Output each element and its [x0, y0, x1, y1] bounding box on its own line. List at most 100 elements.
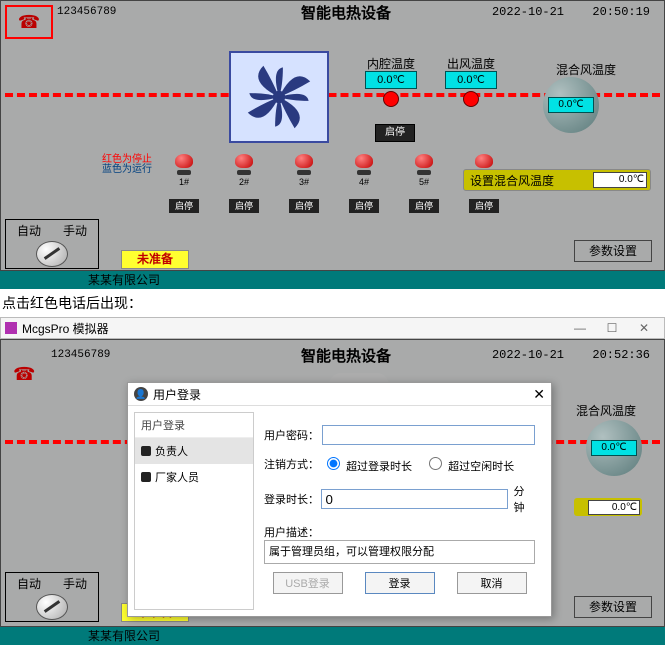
- set-mix-temp-label: 设置混合风温度: [470, 172, 554, 189]
- duration-label: 登录时长：: [264, 491, 321, 507]
- user-item-factory[interactable]: 厂家人员: [135, 464, 253, 490]
- heater-lamp-2: 2# 启停: [229, 154, 259, 213]
- app-title: 智能电热设备: [301, 2, 391, 23]
- lamp-startstop-button[interactable]: 启停: [409, 199, 439, 213]
- close-icon[interactable]: ✕: [628, 321, 660, 335]
- heater-lamps-row: 1#启停2#启停3#启停4#启停5#启停6#启停: [169, 154, 499, 213]
- simulator-title: McgsPro 模拟器: [22, 320, 109, 337]
- app-title: 智能电热设备: [301, 345, 391, 366]
- outlet-temp-value: 0.0℃: [445, 71, 497, 89]
- mix-temp-gauge: 0.0℃: [543, 77, 599, 133]
- usb-login-button[interactable]: USB登录: [273, 572, 343, 594]
- hmi-panel-bottom: ☎ 123456789 智能电热设备 2022-10-21 20:52:36 混…: [0, 339, 665, 627]
- logout-opt-login-duration[interactable]: 超过登录时长: [322, 454, 412, 474]
- login-form: 用户密码： 注销方式： 超过登录时长 超过空闲时长 登录时长： 分钟 用: [254, 412, 545, 610]
- app-icon: [5, 322, 17, 334]
- lamp-id: 2#: [239, 177, 249, 187]
- heater-lamp-1: 1# 启停: [169, 154, 199, 213]
- user-icon: 👤: [134, 387, 148, 401]
- header-date: 2022-10-21: [492, 5, 564, 19]
- dialog-titlebar: 👤 用户登录 ✕: [128, 383, 551, 406]
- user-desc-label: 用户描述：: [264, 524, 535, 540]
- mode-switch-box: 自动 手动: [5, 572, 99, 622]
- lamp-id: 3#: [299, 177, 309, 187]
- lamp-bulb-icon: [235, 154, 253, 168]
- user-item-manager[interactable]: 负责人: [135, 438, 253, 464]
- lamp-startstop-button[interactable]: 启停: [349, 199, 379, 213]
- person-icon: [141, 446, 151, 456]
- inner-temp-knob[interactable]: [383, 91, 399, 107]
- mix-temp-gauge: 0.0℃: [586, 420, 642, 476]
- maximize-icon[interactable]: ☐: [596, 321, 628, 335]
- fan-graphic: [229, 51, 329, 143]
- header-bar: 123456789 智能电热设备 2022-10-21 20:50:19: [1, 1, 664, 23]
- inner-temp-label: 内腔温度: [367, 55, 415, 72]
- mix-temp-label: 混合风温度: [576, 402, 636, 419]
- dialog-close-icon[interactable]: ✕: [533, 386, 545, 403]
- param-settings-button[interactable]: 参数设置: [574, 240, 652, 262]
- cancel-button[interactable]: 取消: [457, 572, 527, 594]
- password-input[interactable]: [322, 425, 535, 445]
- person-icon: [141, 472, 151, 482]
- set-mix-temp-bar: 0.0℃: [574, 498, 642, 516]
- phone-icon: ☎: [18, 12, 40, 33]
- phone-icon[interactable]: ☎: [13, 364, 41, 386]
- simulator-titlebar: McgsPro 模拟器 — ☐ ✕: [0, 317, 665, 339]
- ready-status: 未准备: [121, 250, 189, 269]
- lamp-startstop-button[interactable]: 启停: [169, 199, 199, 213]
- lamp-startstop-button[interactable]: 启停: [289, 199, 319, 213]
- caption-text: 点击红色电话后出现：: [0, 289, 665, 317]
- heater-lamp-4: 4# 启停: [349, 154, 379, 213]
- mode-rotary-switch[interactable]: [36, 241, 68, 267]
- set-mix-temp-input[interactable]: 0.0℃: [593, 172, 647, 188]
- login-button[interactable]: 登录: [365, 572, 435, 594]
- phone-button[interactable]: ☎: [5, 5, 53, 39]
- outlet-temp-label: 出风温度: [447, 55, 495, 72]
- fan-startstop-button[interactable]: 启停: [375, 124, 415, 142]
- lamp-id: 5#: [419, 177, 429, 187]
- header-bar: 123456789 智能电热设备 2022-10-21 20:52:36: [1, 340, 664, 366]
- heater-lamp-3: 3# 启停: [289, 154, 319, 213]
- param-settings-button[interactable]: 参数设置: [574, 596, 652, 618]
- mode-auto-label[interactable]: 自动: [6, 222, 52, 239]
- lamp-bulb-icon: [175, 154, 193, 168]
- set-mix-temp-input[interactable]: 0.0℃: [588, 500, 640, 515]
- header-date: 2022-10-21: [492, 348, 564, 362]
- lamp-bulb-icon: [415, 154, 433, 168]
- mix-temp-value: 0.0℃: [591, 440, 637, 456]
- lamp-startstop-button[interactable]: 启停: [469, 199, 499, 213]
- phone-number: 123456789: [51, 349, 110, 361]
- lamp-id: 1#: [179, 177, 189, 187]
- duration-unit: 分钟: [514, 483, 535, 515]
- logout-mode-label: 注销方式：: [264, 456, 322, 472]
- user-list-header: 用户登录: [135, 413, 253, 438]
- inner-temp-value: 0.0℃: [365, 71, 417, 89]
- user-desc-value: 属于管理员组，可以管理权限分配: [264, 540, 535, 564]
- logout-opt-idle-duration[interactable]: 超过空闲时长: [424, 454, 514, 474]
- lamp-legend: 红色为停止 蓝色为运行: [102, 155, 152, 175]
- password-label: 用户密码：: [264, 427, 322, 443]
- outlet-temp-knob[interactable]: [463, 91, 479, 107]
- mode-manual-label[interactable]: 手动: [52, 575, 98, 592]
- lamp-id: 4#: [359, 177, 369, 187]
- dialog-title: 用户登录: [153, 386, 201, 403]
- lamp-bulb-icon: [475, 154, 493, 168]
- footer-company: 某某有限公司: [0, 271, 665, 289]
- login-dialog: 👤 用户登录 ✕ 用户登录 负责人 厂家人员 用户密码： 注销方式： 超过登录时…: [127, 382, 552, 617]
- header-time: 20:50:19: [592, 5, 650, 19]
- lamp-startstop-button[interactable]: 启停: [229, 199, 259, 213]
- mode-auto-label[interactable]: 自动: [6, 575, 52, 592]
- user-list: 用户登录 负责人 厂家人员: [134, 412, 254, 610]
- phone-number: 123456789: [57, 6, 116, 18]
- mode-rotary-switch[interactable]: [36, 594, 68, 620]
- mode-manual-label[interactable]: 手动: [52, 222, 98, 239]
- minimize-icon[interactable]: —: [564, 321, 596, 335]
- duration-input[interactable]: [321, 489, 508, 509]
- footer-company: 某某有限公司: [0, 627, 665, 645]
- heater-lamp-5: 5# 启停: [409, 154, 439, 213]
- mode-switch-box: 自动 手动: [5, 219, 99, 269]
- mix-temp-value: 0.0℃: [548, 97, 594, 113]
- set-mix-temp-bar: 设置混合风温度 0.0℃: [463, 169, 651, 191]
- header-time: 20:52:36: [592, 348, 650, 362]
- hmi-panel-top: ☎ 123456789 智能电热设备 2022-10-21 20:50:19 启…: [0, 0, 665, 271]
